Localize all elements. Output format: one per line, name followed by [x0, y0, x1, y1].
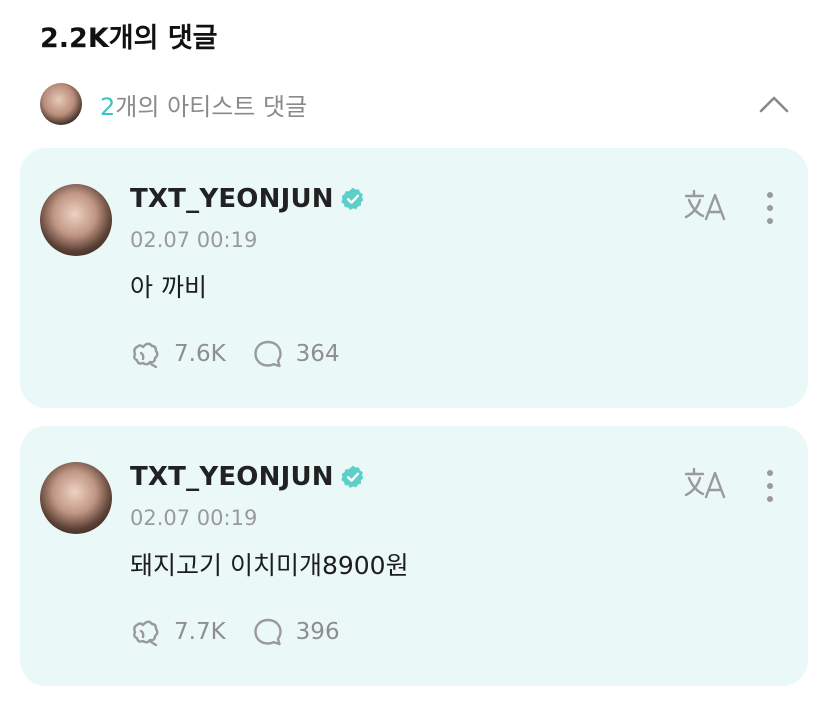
comment-author[interactable]: TXT_YEONJUN — [130, 462, 366, 492]
artist-comment-card: TXT_YEONJUN 02.07 00:19 돼지고기 이치미개8900원 7… — [20, 426, 808, 686]
like-icon — [133, 620, 159, 647]
more-options-icon[interactable] — [758, 466, 782, 506]
like-icon — [133, 342, 159, 369]
chevron-up-icon[interactable] — [756, 88, 792, 120]
comment-text: 돼지고기 이치미개8900원 — [130, 551, 409, 580]
artist-comments-text: 개의 아티스트 댓글 — [115, 92, 308, 121]
reply-count: 364 — [295, 341, 340, 367]
like-button[interactable]: 7.6K — [130, 338, 226, 370]
reply-button[interactable]: 396 — [252, 616, 340, 648]
verified-badge-icon — [341, 465, 364, 488]
artist-comments-count: 2 — [100, 92, 116, 121]
comment-actions: 7.7K 396 — [130, 616, 340, 648]
comment-timestamp: 02.07 00:19 — [130, 228, 258, 252]
like-count: 7.6K — [174, 341, 226, 367]
like-count: 7.7K — [174, 619, 226, 645]
comment-timestamp: 02.07 00:19 — [130, 506, 258, 530]
artist-comments-toggle[interactable]: 2개의 아티스트 댓글 — [40, 82, 792, 126]
reply-count: 396 — [295, 619, 340, 645]
artist-comment-card: TXT_YEONJUN 02.07 00:19 아 까비 7.6K 364 — [20, 148, 808, 408]
like-button[interactable]: 7.7K — [130, 616, 226, 648]
comment-author[interactable]: TXT_YEONJUN — [130, 184, 366, 214]
verified-badge-icon — [341, 187, 364, 210]
reply-bubble-icon — [253, 340, 282, 368]
artist-avatar — [40, 83, 82, 125]
comment-text: 아 까비 — [130, 273, 207, 302]
comments-count-title: 2.2K개의 댓글 — [40, 23, 218, 54]
comment-actions: 7.6K 364 — [130, 338, 340, 370]
translate-icon[interactable] — [684, 186, 728, 226]
avatar[interactable] — [40, 184, 112, 256]
reply-button[interactable]: 364 — [252, 338, 340, 370]
more-options-icon[interactable] — [758, 188, 782, 228]
username[interactable]: TXT_YEONJUN — [130, 184, 334, 214]
artist-comments-label: 2개의 아티스트 댓글 — [100, 87, 307, 122]
username[interactable]: TXT_YEONJUN — [130, 462, 334, 492]
translate-icon[interactable] — [684, 464, 728, 504]
reply-bubble-icon — [253, 618, 282, 646]
avatar[interactable] — [40, 462, 112, 534]
